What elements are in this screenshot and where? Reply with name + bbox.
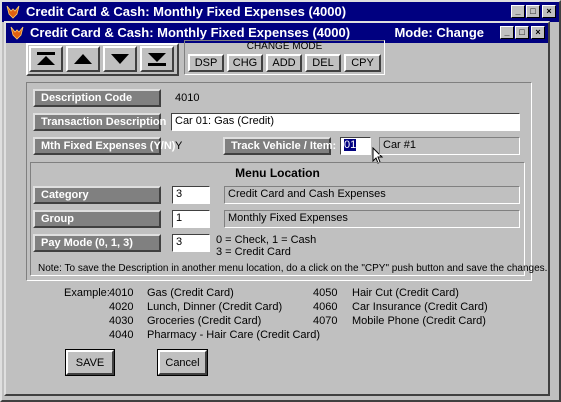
example-description: Mobile Phone (Credit Card)	[352, 315, 486, 327]
example-code: 4020	[109, 301, 134, 313]
maximize-button[interactable]: □	[526, 5, 540, 18]
example-code: 4030	[109, 315, 134, 327]
menu-location-note: Note: To save the Description in another…	[38, 263, 548, 274]
last-record-button[interactable]	[140, 46, 174, 72]
group-label: Group	[33, 210, 161, 228]
dsp-button[interactable]: DSP	[188, 54, 224, 72]
track-vehicle-display: Car #1	[379, 137, 520, 155]
next-record-button[interactable]	[103, 46, 137, 72]
examples-label: Example:	[64, 287, 110, 299]
outer-title-bar[interactable]: Credit Card & Cash: Monthly Fixed Expens…	[2, 2, 559, 22]
first-record-icon	[37, 52, 55, 65]
maximize-button[interactable]: □	[515, 26, 529, 39]
chg-button[interactable]: CHG	[227, 54, 263, 72]
change-mode-label: CHANGE MODE	[246, 41, 323, 52]
example-description: Groceries (Credit Card)	[147, 315, 262, 327]
mode-indicator: Mode: Change	[394, 25, 484, 40]
category-input[interactable]: 3	[172, 186, 210, 204]
example-code: 4050	[313, 287, 338, 299]
group-display: Monthly Fixed Expenses	[224, 210, 520, 228]
example-description: Hair Cut (Credit Card)	[352, 287, 459, 299]
example-description: Pharmacy - Hair Care (Credit Card)	[147, 329, 320, 341]
outer-window-title: Credit Card & Cash: Monthly Fixed Expens…	[26, 4, 347, 19]
example-code: 4010	[109, 287, 134, 299]
pay-mode-label-text: Pay Mode	[41, 237, 93, 249]
mth-fixed-expenses-value: Y	[175, 140, 183, 152]
minimize-button[interactable]: _	[511, 5, 525, 18]
pay-mode-hint-2: 3 = Credit Card	[216, 246, 291, 258]
last-record-icon	[148, 53, 166, 66]
category-display: Credit Card and Cash Expenses	[224, 186, 520, 204]
example-description: Lunch, Dinner (Credit Card)	[147, 301, 283, 313]
example-code: 4060	[313, 301, 338, 313]
description-code-label: Description Code	[33, 89, 161, 107]
minimize-button[interactable]: _	[500, 26, 514, 39]
mth-fixed-expenses-label: Mth Fixed Expenses (Y/N)	[33, 137, 175, 155]
fox-app-icon	[10, 26, 24, 40]
menu-location-title: Menu Location	[235, 166, 320, 180]
previous-record-button[interactable]	[66, 46, 100, 72]
fox-app-icon	[6, 5, 20, 19]
example-description: Gas (Credit Card)	[147, 287, 234, 299]
cancel-button[interactable]: Cancel	[157, 349, 208, 376]
example-description: Car Insurance (Credit Card)	[352, 301, 488, 313]
cpy-button[interactable]: CPY	[344, 54, 381, 72]
transaction-description-label: Transaction Description	[33, 113, 166, 131]
track-vehicle-selected-text: 01	[344, 139, 357, 151]
description-code-value: 4010	[175, 92, 200, 104]
pay-mode-label: Pay Mode (0, 1, 3)	[33, 234, 161, 252]
first-record-button[interactable]	[29, 46, 63, 72]
pay-mode-input[interactable]: 3	[172, 234, 210, 252]
pay-mode-hint-1: 0 = Check, 1 = Cash	[216, 234, 317, 246]
down-arrow-icon	[111, 54, 129, 64]
track-vehicle-label: Track Vehicle / Item:	[223, 137, 336, 155]
group-input[interactable]: 1	[172, 210, 210, 228]
close-button[interactable]: ×	[531, 26, 545, 39]
track-vehicle-input[interactable]: 01	[340, 137, 371, 155]
add-button[interactable]: ADD	[266, 54, 302, 72]
del-button[interactable]: DEL	[305, 54, 341, 72]
category-label: Category	[33, 186, 161, 204]
close-button[interactable]: ×	[542, 5, 556, 18]
example-code: 4070	[313, 315, 338, 327]
pay-mode-range: (0, 1, 3)	[95, 237, 133, 249]
save-button[interactable]: SAVE	[65, 349, 115, 376]
up-arrow-icon	[74, 54, 92, 64]
transaction-description-input[interactable]: Car 01: Gas (Credit)	[171, 113, 520, 131]
example-code: 4040	[109, 329, 134, 341]
